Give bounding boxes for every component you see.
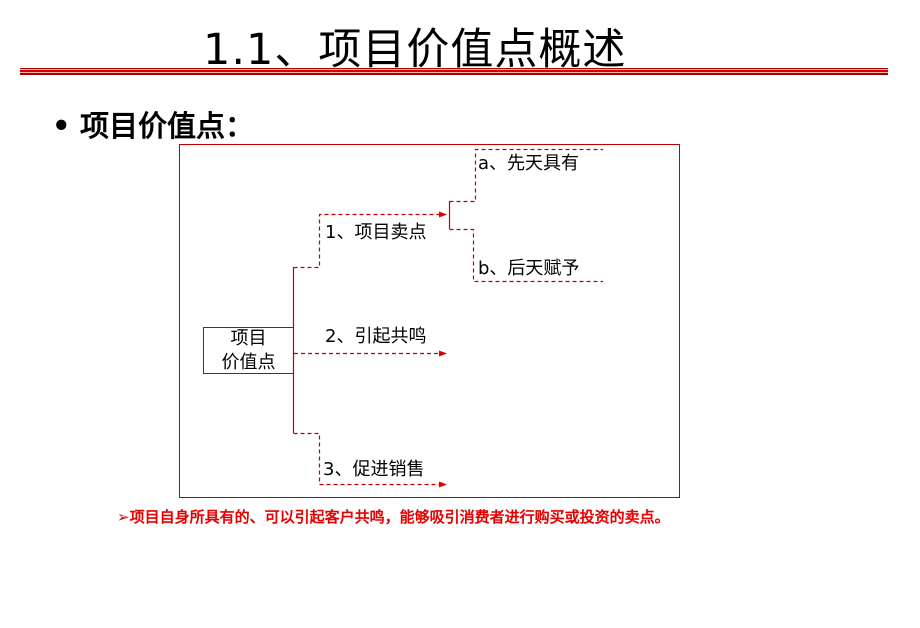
connector-lines (292, 148, 603, 488)
definition-note: ➢项目自身所具有的、可以引起客户共鸣，能够吸引消费者进行购买或投资的卖点。 (117, 507, 670, 527)
sub-branch-a-label: a、先天具有 (478, 153, 580, 174)
root-node-label: 项目 价值点 (203, 327, 294, 375)
branch-3-label: 3、促进销售 (323, 459, 425, 480)
sub-branch-b-label: b、后天赋予 (478, 258, 580, 279)
slide-title: 1.1、项目价值点概述 (203, 25, 627, 75)
arrow-bullet-icon: ➢ (117, 508, 130, 526)
branch-1-label: 1、项目卖点 (325, 222, 427, 243)
definition-note-text: 项目自身所具有的、可以引起客户共鸣，能够吸引消费者进行购买或投资的卖点。 (129, 508, 670, 526)
branch-2-label: 2、引起共鸣 (325, 326, 427, 347)
root-node-line-1: 项目 (230, 328, 267, 349)
root-node-line-2: 价值点 (221, 352, 276, 373)
